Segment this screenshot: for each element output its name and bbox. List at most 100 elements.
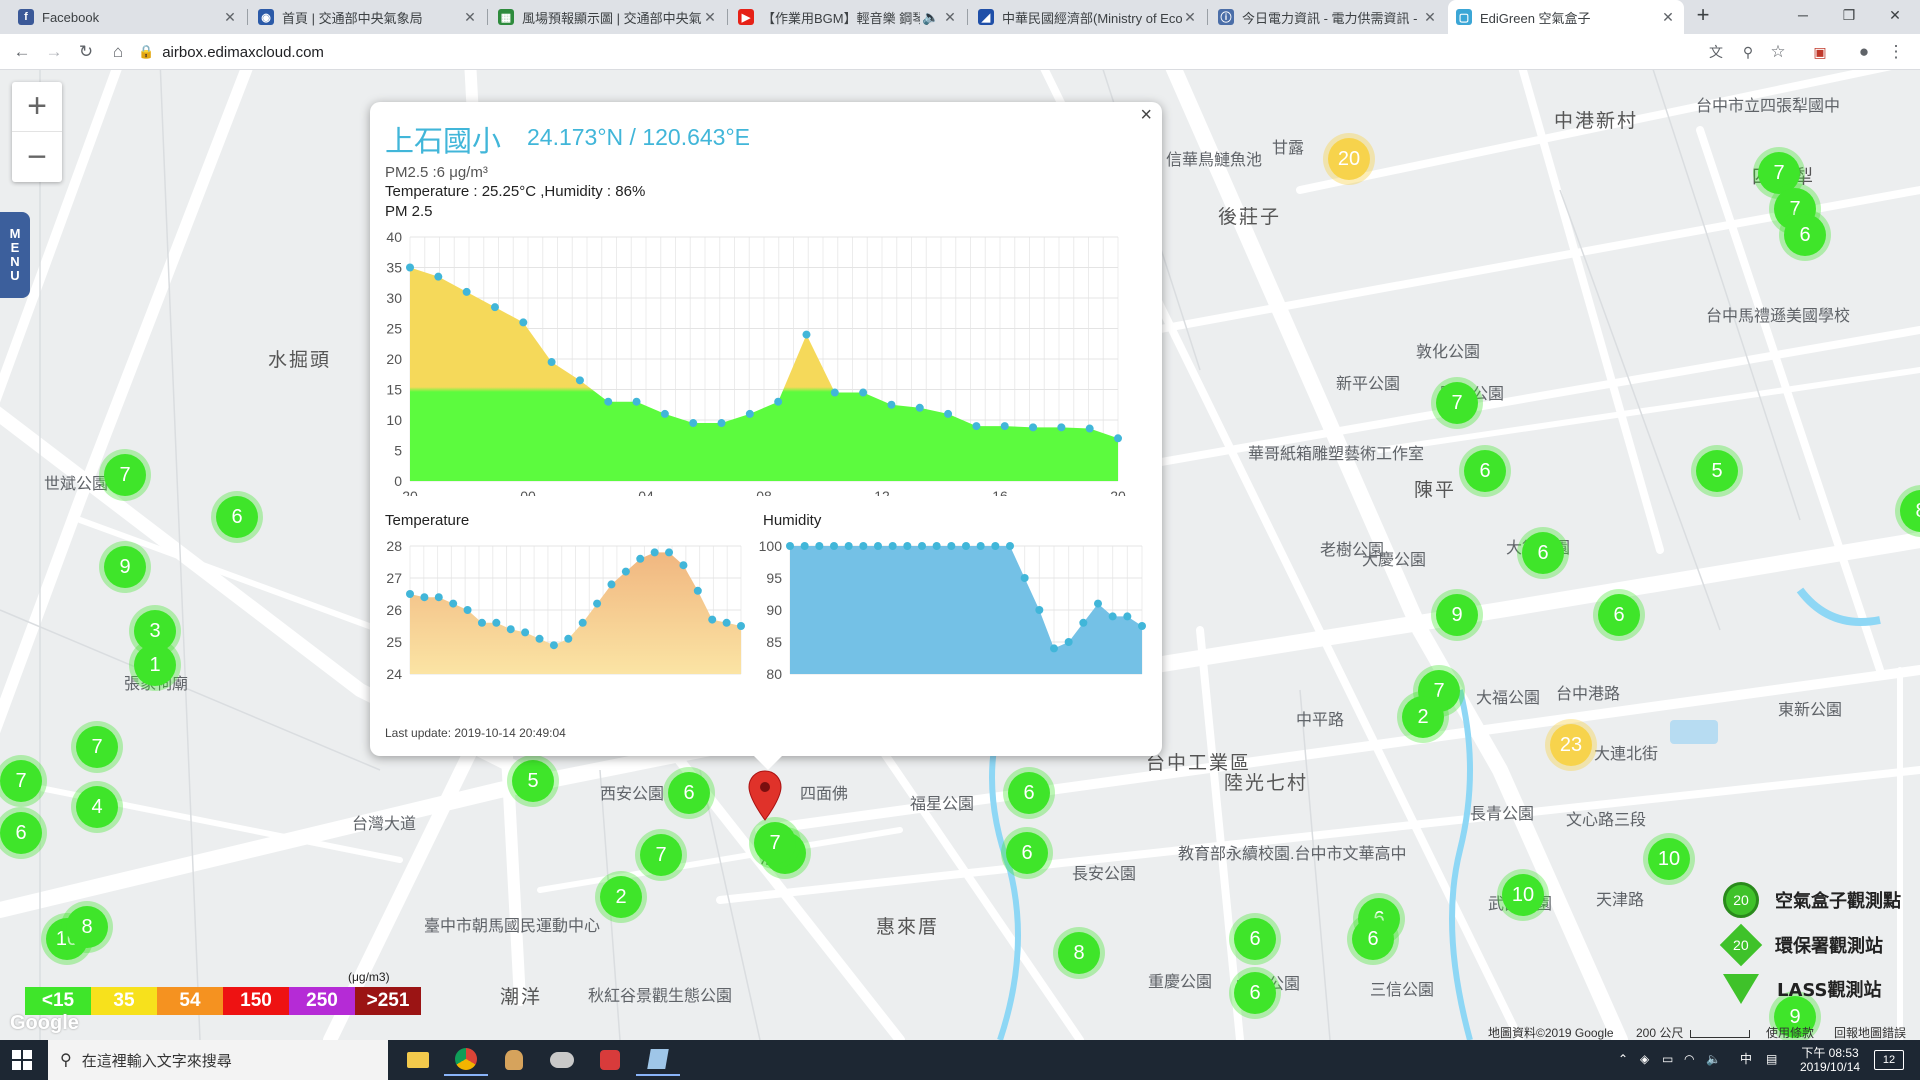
airbox-station-marker[interactable]: 5 xyxy=(1696,450,1738,492)
lock-icon: 🔒 xyxy=(138,44,155,59)
close-popup-button[interactable]: × xyxy=(1140,104,1152,127)
home-button[interactable]: ⌂ xyxy=(106,40,130,64)
airbox-station-marker[interactable]: 7 xyxy=(104,454,146,496)
zoom-icon[interactable]: ⚲ xyxy=(1736,40,1760,64)
airbox-station-marker[interactable]: 7 xyxy=(0,760,42,802)
tray-security-icon[interactable]: ◈ xyxy=(1640,1052,1649,1066)
report-map-error-link[interactable]: 回報地圖錯誤 xyxy=(1834,1024,1906,1041)
new-tab-button[interactable]: + xyxy=(1680,0,1726,30)
airbox-station-marker[interactable]: 7 xyxy=(640,834,682,876)
airbox-station-marker[interactable]: 6 xyxy=(1598,594,1640,636)
tab-moea[interactable]: ◢ 中華民國經濟部(Ministry of Eco ✕ xyxy=(970,0,1206,34)
address-bar[interactable]: 🔒 airbox.edimaxcloud.com xyxy=(138,39,1678,65)
extension-icon[interactable]: ▣ xyxy=(1808,40,1832,64)
airbox-station-marker[interactable]: 7 xyxy=(76,726,118,768)
airbox-station-marker[interactable]: 9 xyxy=(104,546,146,588)
airbox-station-marker[interactable]: 6 xyxy=(1464,450,1506,492)
close-window-button[interactable]: ✕ xyxy=(1872,0,1918,30)
data-point xyxy=(406,590,414,598)
tab-cwb[interactable]: ◉ 首頁 | 交通部中央氣象局 ✕ xyxy=(250,0,486,34)
data-point xyxy=(1108,612,1117,621)
tab-edigreen[interactable]: ▢ EdiGreen 空氣盒子 ✕ xyxy=(1448,0,1684,34)
airbox-station-marker[interactable]: 2 xyxy=(600,876,642,918)
airbox-station-marker[interactable]: 6 xyxy=(1234,972,1276,1014)
map-place-label: 天津路 xyxy=(1596,892,1645,909)
data-point xyxy=(549,641,558,650)
airbox-station-marker[interactable]: 7 xyxy=(1436,382,1478,424)
tray-chevron-icon[interactable]: ⌃ xyxy=(1618,1052,1628,1066)
close-tab-icon[interactable]: ✕ xyxy=(702,9,718,26)
ime-indicator[interactable]: 中 xyxy=(1740,1052,1752,1066)
data-point xyxy=(722,618,731,627)
y-tick-label: 27 xyxy=(386,570,402,586)
tab-facebook[interactable]: f Facebook ✕ xyxy=(10,0,246,34)
tab-wind-forecast[interactable]: ▦ 風場預報顯示圖 | 交通部中央氣象 ✕ xyxy=(490,0,726,34)
airbox-station-marker[interactable]: 6 xyxy=(1008,772,1050,814)
tray-battery-icon[interactable]: ▭ xyxy=(1662,1052,1673,1066)
airbox-station-marker[interactable]: 6 xyxy=(1006,832,1048,874)
chrome-icon[interactable] xyxy=(444,1044,488,1076)
forward-button[interactable]: → xyxy=(42,40,66,64)
tray-keyboard-icon[interactable]: ▤ xyxy=(1766,1052,1777,1066)
close-tab-icon[interactable]: ✕ xyxy=(942,9,958,26)
map-place-label: 文心路三段 xyxy=(1566,812,1647,829)
windows-start-icon[interactable] xyxy=(12,1050,32,1070)
tab-youtube-bgm[interactable]: ▶ 【作業用BGM】輕音樂 鋼琴 🔈 ✕ xyxy=(730,0,966,34)
restore-button[interactable]: ❐ xyxy=(1826,0,1872,30)
map-place-label: 台中市立四張犁國中 xyxy=(1696,98,1841,115)
menu-toggle-button[interactable]: M E N U xyxy=(0,212,30,298)
airbox-station-marker[interactable]: 6 xyxy=(1784,214,1826,256)
data-point xyxy=(519,318,528,327)
airbox-station-marker[interactable]: 8 xyxy=(66,906,108,948)
airbox-station-marker[interactable]: 10 xyxy=(1648,838,1690,880)
airbox-station-marker[interactable]: 6 xyxy=(1352,918,1394,960)
tray-wifi-icon[interactable]: ◠ xyxy=(1684,1052,1694,1066)
airbox-station-marker[interactable]: 8 xyxy=(1058,932,1100,974)
zoom-in-button[interactable]: + xyxy=(12,82,62,132)
close-tab-icon[interactable]: ✕ xyxy=(1422,9,1438,26)
menu-dots-icon[interactable]: ⋮ xyxy=(1884,40,1908,64)
audio-playing-icon[interactable]: 🔈 xyxy=(920,9,942,26)
app-rabbit-icon[interactable] xyxy=(492,1044,536,1076)
translate-icon[interactable]: 文 xyxy=(1704,40,1728,64)
close-tab-icon[interactable]: ✕ xyxy=(1182,9,1198,26)
airbox-station-marker[interactable]: 7 xyxy=(754,822,796,864)
profile-icon[interactable]: ● xyxy=(1852,40,1876,64)
airbox-station-marker[interactable]: 2 xyxy=(1402,696,1444,738)
airbox-station-marker[interactable]: 10 xyxy=(1502,874,1544,916)
url-text: airbox.edimaxcloud.com xyxy=(162,43,324,61)
airbox-station-marker[interactable]: 5 xyxy=(512,760,554,802)
file-explorer-icon[interactable] xyxy=(396,1044,440,1076)
reload-button[interactable]: ↻ xyxy=(74,40,98,64)
airbox-station-marker[interactable]: 6 xyxy=(1522,532,1564,574)
close-tab-icon[interactable]: ✕ xyxy=(1660,9,1676,26)
airbox-station-marker[interactable]: 23 xyxy=(1550,724,1592,766)
app-gamepad-icon[interactable] xyxy=(540,1044,584,1076)
bookmark-star-icon[interactable]: ☆ xyxy=(1766,40,1790,64)
close-tab-icon[interactable]: ✕ xyxy=(462,9,478,26)
minimize-button[interactable]: ─ xyxy=(1780,0,1826,30)
tab-power-info[interactable]: ⓘ 今日電力資訊 - 電力供需資訊 - 台 ✕ xyxy=(1210,0,1446,34)
airbox-station-marker[interactable]: 1 xyxy=(134,644,176,686)
notification-center-icon[interactable]: 12 xyxy=(1874,1050,1904,1070)
airbox-station-marker[interactable]: 6 xyxy=(1234,918,1276,960)
data-point xyxy=(406,263,414,272)
taskbar-clock[interactable]: 下午 08:53 2019/10/14 xyxy=(1800,1046,1860,1074)
back-button[interactable]: ← xyxy=(10,40,34,64)
airbox-station-marker[interactable]: 6 xyxy=(216,496,258,538)
airbox-station-marker[interactable]: 6 xyxy=(0,812,42,854)
zoom-out-button[interactable]: − xyxy=(12,132,62,182)
airbox-station-marker[interactable]: 20 xyxy=(1328,138,1370,180)
location-pin-icon[interactable] xyxy=(748,770,782,822)
terms-link[interactable]: 使用條款 xyxy=(1766,1024,1814,1041)
airbox-station-marker[interactable]: 9 xyxy=(1436,594,1478,636)
data-point xyxy=(578,618,587,627)
app-red-icon[interactable] xyxy=(588,1044,632,1076)
airbox-station-marker[interactable]: 6 xyxy=(668,772,710,814)
map-place-label: 新平公園 xyxy=(1336,376,1401,393)
taskbar-search-box[interactable]: ⚲ 在這裡輸入文字來搜尋 xyxy=(48,1040,388,1080)
tray-volume-icon[interactable]: 🔈 xyxy=(1706,1052,1721,1066)
airbox-station-marker[interactable]: 4 xyxy=(76,786,118,828)
app-notepad-icon[interactable] xyxy=(636,1044,680,1076)
close-tab-icon[interactable]: ✕ xyxy=(222,9,238,26)
